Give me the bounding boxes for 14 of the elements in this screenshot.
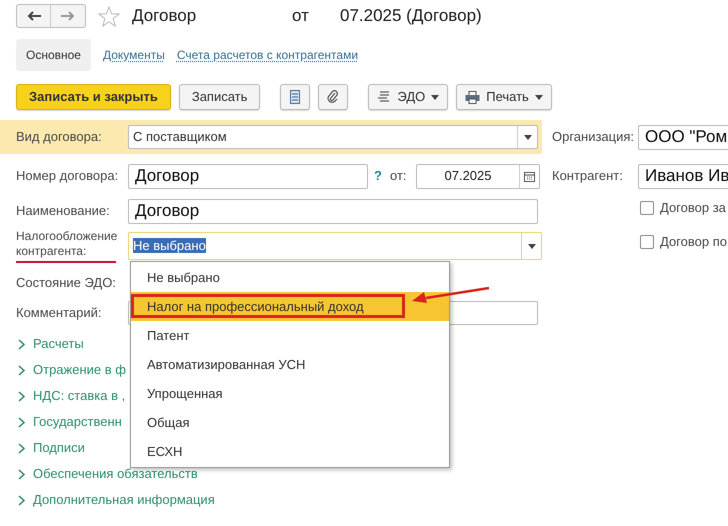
- field-label: Организация:: [552, 128, 636, 146]
- field-label: Состояние ЭДО:: [16, 274, 117, 292]
- checkbox-label: Договор по: [660, 233, 727, 252]
- field-label: Контрагент:: [552, 167, 624, 186]
- field-label: Вид договора:: [16, 128, 103, 146]
- date-label: от:: [390, 167, 408, 186]
- title-date: 07.2025 (Договор): [340, 5, 482, 28]
- field-label: Наименование:: [16, 202, 111, 220]
- field-label: Комментарий:: [16, 304, 102, 322]
- title-from: от: [292, 5, 310, 28]
- field-label: Налогообложение контрагента:: [16, 229, 118, 260]
- field-label: Номер договора:: [16, 167, 120, 186]
- checkbox-label: Договор за: [660, 199, 726, 218]
- window-title: Договор: [132, 5, 198, 28]
